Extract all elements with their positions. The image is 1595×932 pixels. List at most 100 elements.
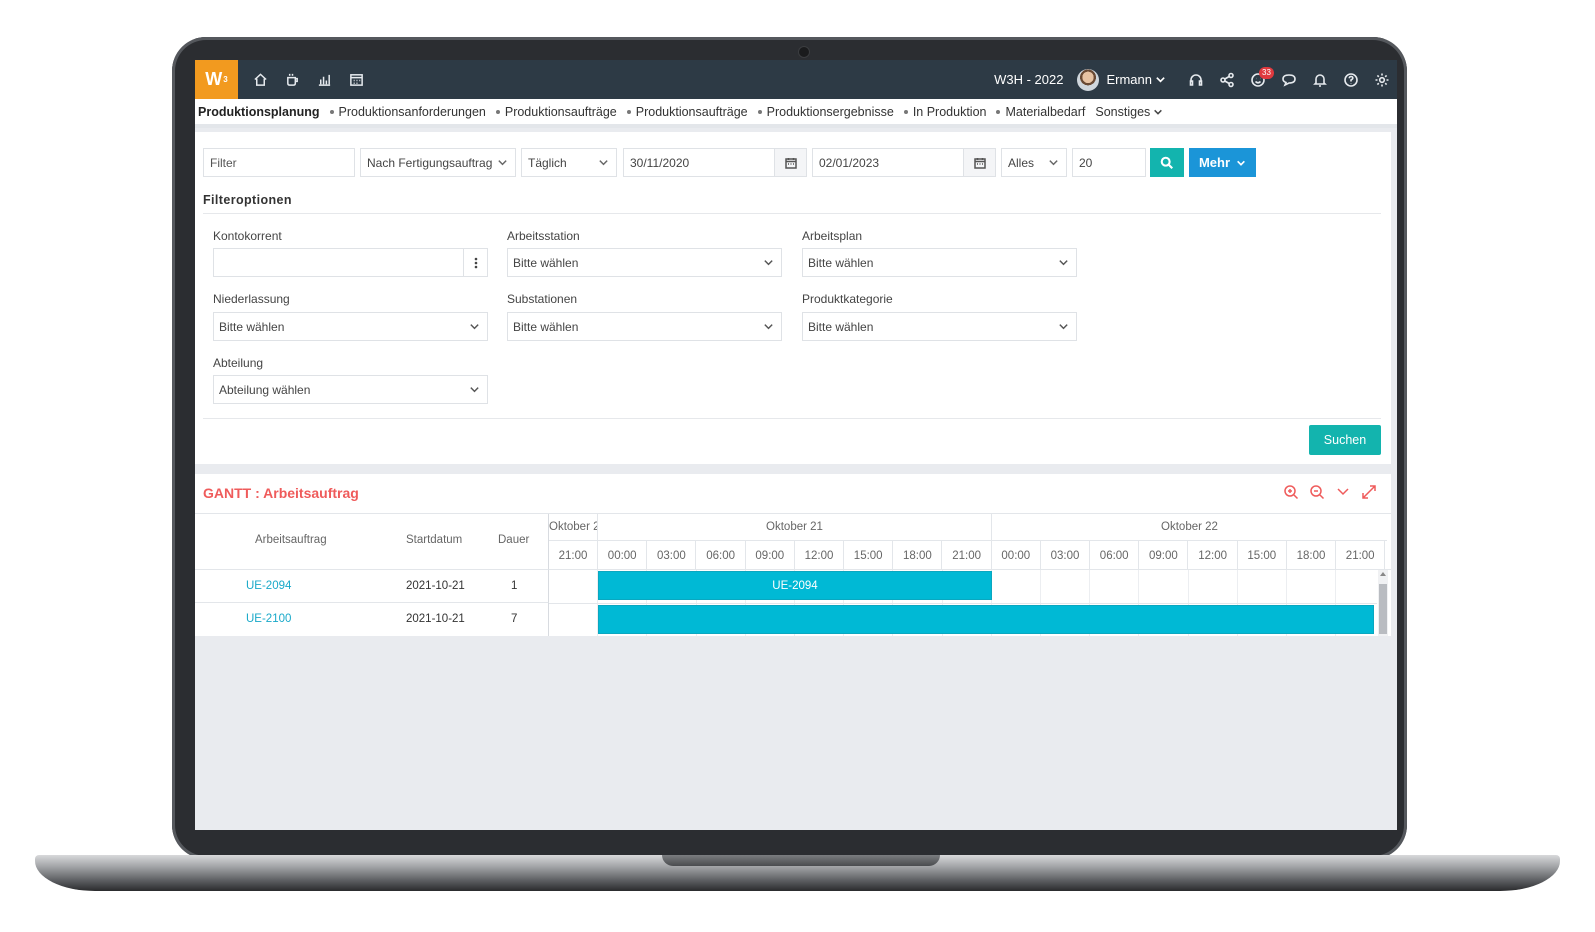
calendar-icon[interactable]	[340, 60, 372, 99]
hour-label: 15:00	[1238, 541, 1287, 570]
share-icon[interactable]	[1211, 60, 1242, 99]
hour-label: 03:00	[1041, 541, 1090, 570]
nav-item-produktionsergebnisse[interactable]: Produktionsergebnisse	[757, 105, 894, 119]
search-button[interactable]	[1150, 148, 1184, 177]
calendar-icon[interactable]	[775, 148, 807, 177]
nav-item-produktionsauftraege-2[interactable]: Produktionsaufträge	[626, 105, 748, 119]
app-logo[interactable]: W3	[195, 60, 238, 99]
month-label: Oktober 20	[549, 514, 598, 541]
arbeitsstation-label: Arbeitsstation	[507, 229, 580, 243]
chevron-down-icon[interactable]	[1335, 484, 1351, 500]
nav-item-sonstiges[interactable]: Sonstiges	[1095, 105, 1163, 119]
abteilung-label: Abteilung	[213, 356, 264, 370]
bar-chart-icon[interactable]	[308, 60, 340, 99]
interval-select[interactable]: Täglich	[521, 148, 617, 177]
more-button[interactable]: Mehr	[1189, 148, 1256, 177]
zoom-out-icon[interactable]	[1309, 484, 1325, 500]
search-icon	[1160, 156, 1173, 169]
arbeitsplan-select[interactable]: Bitte wählen	[802, 248, 1077, 277]
kontokorrent-input[interactable]	[213, 248, 464, 277]
hour-label: 18:00	[1287, 541, 1336, 570]
suchen-button[interactable]: Suchen	[1309, 425, 1381, 455]
arbeitsstation-select[interactable]: Bitte wählen	[507, 248, 782, 277]
user-menu[interactable]: Ermann	[1106, 72, 1166, 87]
timeline-header: Oktober 20 Oktober 21 Oktober 22 21:0000…	[549, 514, 1391, 570]
date-to-input[interactable]: 02/01/2023	[812, 148, 964, 177]
nav-item-produktionsplanung[interactable]: Produktionsplanung	[198, 105, 320, 119]
order-link[interactable]: UE-2100	[246, 613, 291, 625]
table-row[interactable]: UE-2100 2021-10-21 7	[195, 603, 549, 636]
avatar[interactable]	[1077, 68, 1100, 91]
hour-label: 00:00	[598, 541, 648, 570]
filter-input[interactable]: Filter	[203, 148, 355, 177]
laptop-notch	[662, 855, 940, 866]
chevron-down-icon	[498, 160, 507, 166]
hour-label: 15:00	[844, 541, 894, 570]
column-header-duration[interactable]: Dauer	[498, 534, 529, 546]
gantt-table: Arbeitsauftrag Startdatum Dauer UE-2094 …	[195, 513, 1391, 636]
gantt-bar[interactable]: UE-2094	[598, 571, 992, 600]
chevron-down-icon	[599, 160, 608, 166]
duration: 1	[511, 580, 518, 592]
month-label: Oktober 21	[598, 514, 992, 541]
hour-label: 09:00	[1139, 541, 1189, 570]
chevron-down-icon	[470, 324, 479, 330]
top-bar: W3 W3H - 2022 Ermann 33	[195, 60, 1397, 99]
nav-item-materialbedarf[interactable]: Materialbedarf	[996, 105, 1085, 119]
expand-icon[interactable]	[1361, 484, 1377, 500]
chevron-down-icon	[764, 324, 773, 330]
scope-select[interactable]: Alles	[1001, 148, 1067, 177]
module-nav: Produktionsplanung Produktionsanforderun…	[195, 99, 1397, 128]
substationen-select[interactable]: Bitte wählen	[507, 312, 782, 341]
camera-icon	[798, 46, 810, 58]
duration: 7	[511, 613, 518, 625]
produktkategorie-label: Produktkategorie	[802, 292, 893, 306]
gantt-title: GANTT : Arbeitsauftrag	[203, 485, 359, 501]
produktkategorie-select[interactable]: Bitte wählen	[802, 312, 1077, 341]
screen: W3 W3H - 2022 Ermann 33 Produktionsplanu…	[195, 60, 1397, 830]
vertical-scrollbar[interactable]	[1378, 570, 1388, 636]
hour-label: 18:00	[893, 541, 943, 570]
start-date: 2021-10-21	[406, 613, 465, 625]
substationen-label: Substationen	[507, 292, 578, 306]
niederlassung-select[interactable]: Bitte wählen	[213, 312, 488, 341]
month-label: Oktober 22	[992, 514, 1387, 541]
niederlassung-label: Niederlassung	[213, 292, 290, 306]
hour-label: 03:00	[647, 541, 697, 570]
gantt-left-header: Arbeitsauftrag Startdatum Dauer	[195, 514, 549, 570]
abteilung-select[interactable]: Abteilung wählen	[213, 375, 488, 404]
smiley-notifications-icon[interactable]: 33	[1242, 60, 1274, 99]
order-link[interactable]: UE-2094	[246, 580, 291, 592]
calendar-icon[interactable]	[964, 148, 996, 177]
gantt-panel: GANTT : Arbeitsauftrag Arbeitsauftrag St…	[195, 474, 1391, 636]
start-date: 2021-10-21	[406, 580, 465, 592]
column-header-start[interactable]: Startdatum	[406, 534, 462, 546]
hour-label: 06:00	[1090, 541, 1140, 570]
column-header-order[interactable]: Arbeitsauftrag	[255, 534, 327, 546]
filter-options-title: Filteroptionen	[203, 193, 292, 207]
organization-label[interactable]: W3H - 2022	[994, 72, 1063, 87]
nav-item-produktionsauftraege[interactable]: Produktionsaufträge	[495, 105, 617, 119]
home-icon[interactable]	[244, 60, 276, 99]
bell-icon[interactable]	[1304, 60, 1335, 99]
kebab-menu-icon[interactable]	[464, 248, 488, 277]
nav-item-in-produktion[interactable]: In Produktion	[903, 105, 986, 119]
chevron-down-icon	[1156, 77, 1165, 83]
gantt-bar[interactable]	[598, 605, 1374, 634]
chat-icon[interactable]	[1273, 60, 1304, 99]
chevron-down-icon	[1059, 324, 1068, 330]
group-by-select[interactable]: Nach Fertigungsauftrag	[360, 148, 516, 177]
count-input[interactable]: 20	[1072, 148, 1146, 177]
hour-label: 06:00	[697, 541, 746, 570]
hour-label: 00:00	[992, 541, 1041, 570]
headset-icon[interactable]	[1180, 60, 1211, 99]
hour-label: 21:00	[943, 541, 992, 570]
gear-icon[interactable]	[1366, 60, 1397, 99]
nav-item-produktionsanforderungen[interactable]: Produktionsanforderungen	[329, 105, 486, 119]
date-from-input[interactable]: 30/11/2020	[623, 148, 775, 177]
coffee-icon[interactable]	[276, 60, 308, 99]
table-row[interactable]: UE-2094 2021-10-21 1	[195, 570, 549, 603]
zoom-in-icon[interactable]	[1283, 484, 1299, 500]
help-icon[interactable]	[1335, 60, 1366, 99]
chevron-down-icon	[470, 387, 479, 393]
